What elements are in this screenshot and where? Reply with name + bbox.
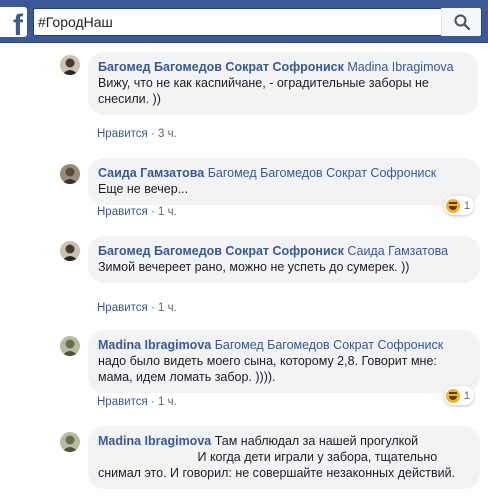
comment-item: Саида Гамзатова Багомед Багомедов Сократ… bbox=[60, 158, 480, 224]
comment-timestamp[interactable]: 3 ч. bbox=[158, 128, 177, 140]
comment-author[interactable]: Саида Гамзатова bbox=[98, 166, 204, 180]
like-link[interactable]: Нравится bbox=[97, 206, 148, 218]
comment-text: Вижу, что не как каспийчане, - оградител… bbox=[98, 76, 429, 106]
haha-reaction-icon bbox=[445, 388, 460, 403]
comment-mention[interactable]: Багомед Багомедов Сократ Софрониск bbox=[208, 166, 437, 180]
avatar[interactable] bbox=[60, 336, 80, 356]
comment-bubble: Madina Ibragimova Там наблюдал за нашей … bbox=[88, 426, 480, 489]
comment-author[interactable]: Madina Ibragimova bbox=[98, 338, 211, 352]
comment-author[interactable]: Madina Ibragimova bbox=[98, 434, 211, 448]
avatar[interactable] bbox=[60, 241, 80, 261]
top-navigation-bar: f bbox=[0, 0, 488, 43]
comment-bubble: Багомед Багомедов Сократ Софрониск Саида… bbox=[88, 236, 480, 283]
comment-bubble: Madina Ibragimova Багомед Багомедов Сокр… bbox=[88, 330, 480, 393]
comment-actions: Нравится · 3 ч. bbox=[97, 128, 177, 140]
comment-text: Там наблюдал за нашей прогулкой bbox=[214, 434, 419, 448]
comment-text: надо было видеть моего сына, которому 2,… bbox=[98, 354, 437, 384]
avatar[interactable] bbox=[60, 432, 80, 452]
like-link[interactable]: Нравится bbox=[97, 128, 148, 140]
comment-bubble: Багомед Багомедов Сократ Софрониск Madin… bbox=[88, 52, 478, 115]
comment-item: Madina Ibragimova Там наблюдал за нашей … bbox=[60, 426, 480, 500]
avatar[interactable] bbox=[60, 55, 80, 75]
reaction-badge[interactable]: 1 bbox=[443, 386, 474, 405]
comment-mention[interactable]: Саида Гамзатова bbox=[347, 244, 448, 258]
comment-actions: Нравится · 1 ч. bbox=[97, 302, 177, 314]
comment-item: Madina Ibragimova Багомед Багомедов Сокр… bbox=[60, 330, 480, 416]
comment-mention[interactable]: Багомед Багомедов Сократ Софрониск bbox=[215, 338, 444, 352]
redacted-text bbox=[98, 451, 194, 464]
reaction-count: 1 bbox=[463, 389, 470, 402]
comment-actions: Нравится · 1 ч. bbox=[97, 206, 177, 218]
haha-reaction-icon bbox=[445, 198, 460, 213]
like-link[interactable]: Нравится bbox=[97, 396, 148, 408]
like-link[interactable]: Нравится bbox=[97, 302, 148, 314]
reaction-count: 1 bbox=[463, 199, 470, 212]
comment-timestamp[interactable]: 1 ч. bbox=[158, 396, 177, 408]
reaction-badge[interactable]: 1 bbox=[443, 196, 474, 215]
comment-item: Багомед Багомедов Сократ Софрониск Madin… bbox=[60, 52, 480, 144]
search-input[interactable] bbox=[38, 12, 438, 32]
comment-author[interactable]: Багомед Багомедов Сократ Софрониск bbox=[98, 60, 344, 74]
comment-author[interactable]: Багомед Багомедов Сократ Софрониск bbox=[98, 244, 344, 258]
comment-item: Багомед Багомедов Сократ Софрониск Саида… bbox=[60, 236, 480, 320]
avatar[interactable] bbox=[60, 164, 80, 184]
search-button[interactable] bbox=[441, 8, 481, 36]
comment-timestamp[interactable]: 1 ч. bbox=[158, 206, 177, 218]
facebook-logo[interactable]: f bbox=[0, 7, 27, 37]
comment-text: Зимой вечереет рано, можно не успеть до … bbox=[98, 260, 410, 274]
comment-actions: Нравится · 1 ч. bbox=[97, 396, 177, 408]
comment-text: Еще не вечер... bbox=[98, 182, 189, 196]
comment-bubble: Саида Гамзатова Багомед Багомедов Сократ… bbox=[88, 158, 480, 205]
search-icon bbox=[454, 14, 470, 30]
comment-mention[interactable]: Madina Ibragimova bbox=[347, 60, 453, 74]
comment-timestamp[interactable]: 1 ч. bbox=[158, 302, 177, 314]
search-box bbox=[33, 8, 482, 36]
